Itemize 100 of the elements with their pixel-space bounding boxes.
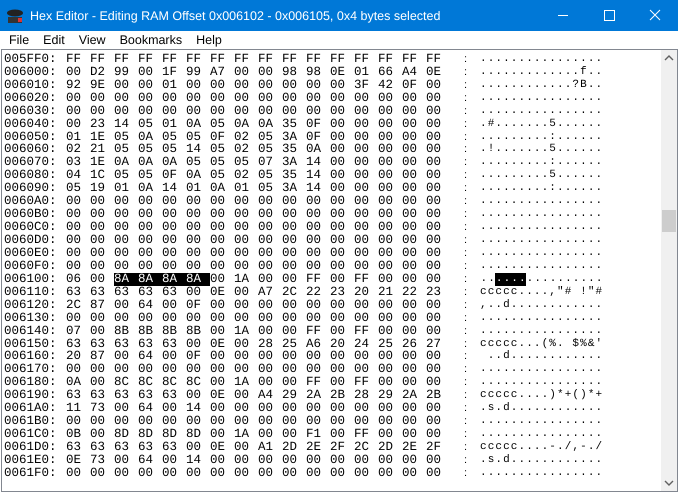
hex-byte[interactable]: 00	[138, 221, 162, 234]
hex-byte[interactable]: 0A	[114, 156, 138, 170]
hex-byte[interactable]: 19	[90, 182, 114, 196]
hex-byte[interactable]: 00	[402, 208, 426, 222]
hex-byte[interactable]: 05	[138, 118, 162, 131]
hex-byte[interactable]: 00	[426, 221, 450, 234]
hex-byte[interactable]: 00	[402, 246, 426, 260]
hex-byte[interactable]: 0A	[258, 118, 282, 131]
hex-byte[interactable]: 00	[210, 350, 234, 364]
hex-byte[interactable]: 00	[402, 466, 426, 480]
hex-byte[interactable]: 00	[162, 298, 186, 312]
hex-byte[interactable]: 00	[306, 350, 330, 364]
hex-byte[interactable]: 1E	[90, 130, 114, 144]
hex-byte[interactable]: FF	[66, 52, 90, 66]
hex-byte[interactable]: 00	[426, 260, 450, 273]
hex-byte[interactable]: 73	[90, 454, 114, 467]
hex-byte[interactable]: 3A	[282, 182, 306, 196]
hex-byte[interactable]: 00	[186, 441, 210, 454]
hex-byte[interactable]: 0A	[210, 182, 234, 196]
hex-byte[interactable]: A7	[258, 286, 282, 299]
hex-byte[interactable]: 00	[330, 298, 354, 312]
hex-byte[interactable]: 00	[306, 466, 330, 480]
hex-byte[interactable]: 00	[306, 78, 330, 92]
hex-byte[interactable]: 00	[210, 415, 234, 428]
hex-byte[interactable]: 05	[186, 156, 210, 170]
hex-byte[interactable]: 00	[330, 182, 354, 196]
hex-byte[interactable]: 0F	[162, 169, 186, 182]
hex-byte[interactable]: 00	[114, 92, 138, 105]
hex-byte[interactable]: 00	[114, 312, 138, 325]
hex-byte[interactable]: 00	[330, 92, 354, 105]
hex-byte[interactable]: 00	[210, 402, 234, 416]
hex-byte[interactable]: 02	[234, 130, 258, 144]
hex-byte[interactable]: A7	[210, 66, 234, 79]
hex-byte[interactable]: 0A	[234, 118, 258, 131]
hex-byte[interactable]: 00	[330, 402, 354, 416]
hex-byte[interactable]: 00	[426, 104, 450, 118]
hex-byte[interactable]: 00	[66, 208, 90, 222]
hex-byte[interactable]: 42	[378, 78, 402, 92]
hex-byte[interactable]: A4	[258, 389, 282, 402]
hex-byte[interactable]: 00	[90, 415, 114, 428]
hex-byte[interactable]: 00	[210, 466, 234, 480]
hex-byte[interactable]: 00	[138, 208, 162, 222]
hex-byte[interactable]: 00	[90, 260, 114, 273]
hex-byte[interactable]: 00	[258, 104, 282, 118]
ascii-char[interactable]: .	[588, 272, 596, 286]
hex-byte[interactable]: 00	[66, 221, 90, 234]
hex-byte[interactable]: 25	[378, 338, 402, 351]
hex-byte[interactable]: 00	[426, 246, 450, 260]
hex-byte[interactable]: 63	[138, 389, 162, 402]
hex-byte[interactable]: FF	[306, 52, 330, 66]
hex-byte[interactable]: 00	[402, 221, 426, 234]
hex-byte[interactable]: 00	[258, 234, 282, 248]
hex-byte[interactable]: 00	[378, 156, 402, 170]
hex-byte[interactable]: 00	[330, 169, 354, 182]
hex-byte[interactable]: 23	[426, 286, 450, 299]
hex-byte[interactable]: 07	[258, 156, 282, 170]
hex-byte[interactable]: 00	[354, 234, 378, 248]
hex-byte[interactable]: 20	[354, 286, 378, 299]
hex-byte[interactable]: 00	[138, 104, 162, 118]
hex-byte[interactable]: 0A	[162, 156, 186, 170]
hex-byte[interactable]: 00	[186, 208, 210, 222]
hex-byte[interactable]: 00	[114, 221, 138, 234]
hex-byte[interactable]: 00	[378, 208, 402, 222]
hex-byte[interactable]: 01	[66, 130, 90, 144]
hex-byte[interactable]: 21	[90, 143, 114, 156]
hex-byte[interactable]: 00	[402, 428, 426, 442]
hex-byte[interactable]: 21	[378, 286, 402, 299]
hex-byte[interactable]: 00	[426, 402, 450, 416]
hex-byte[interactable]: 64	[138, 402, 162, 416]
hex-byte[interactable]: 00	[90, 246, 114, 260]
hex-byte[interactable]: 00	[402, 324, 426, 338]
hex-byte[interactable]: 05	[210, 143, 234, 156]
hex-byte[interactable]: 64	[138, 454, 162, 467]
hex-byte[interactable]: FF	[186, 52, 210, 66]
hex-byte[interactable]: 0E	[210, 338, 234, 351]
hex-byte[interactable]: 2D	[378, 441, 402, 454]
hex-byte[interactable]: 00	[90, 221, 114, 234]
hex-byte[interactable]: 00	[282, 272, 306, 286]
hex-byte[interactable]: 20	[330, 338, 354, 351]
hex-byte[interactable]: 00	[186, 415, 210, 428]
hex-byte[interactable]: 00	[306, 104, 330, 118]
hex-byte[interactable]: 00	[114, 234, 138, 248]
hex-byte[interactable]: 00	[90, 234, 114, 248]
hex-byte[interactable]: 00	[330, 118, 354, 131]
ascii-char[interactable]: .	[495, 272, 504, 286]
hex-byte[interactable]: 28	[354, 389, 378, 402]
hex-byte[interactable]: 00	[162, 454, 186, 467]
hex-byte[interactable]: 00	[306, 298, 330, 312]
hex-byte[interactable]: FF	[402, 52, 426, 66]
hex-byte[interactable]: 00	[234, 66, 258, 79]
ascii-char[interactable]: .	[580, 272, 588, 286]
hex-byte[interactable]: 05	[258, 169, 282, 182]
hex-byte[interactable]: 00	[306, 92, 330, 105]
hex-byte[interactable]: 29	[282, 389, 306, 402]
hex-byte[interactable]: 63	[162, 286, 186, 299]
hex-byte[interactable]: 63	[90, 389, 114, 402]
hex-byte[interactable]: 00	[186, 78, 210, 92]
hex-byte[interactable]: 00	[402, 182, 426, 196]
hex-byte[interactable]: 92	[66, 78, 90, 92]
hex-byte[interactable]: 87	[90, 350, 114, 364]
